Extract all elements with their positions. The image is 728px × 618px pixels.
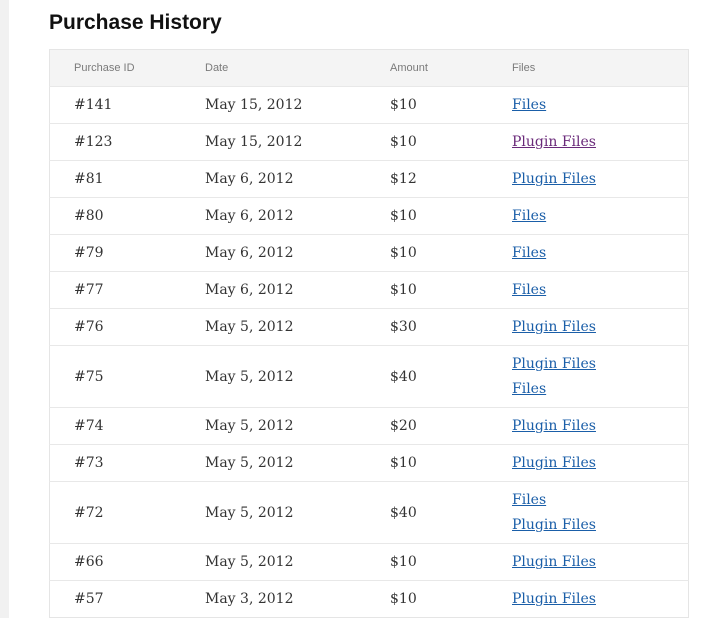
table-body: #141 May 15, 2012 $10 Files #123 May 15, 2012… [49, 86, 689, 618]
header-date: Date [205, 62, 229, 74]
date-cell: May 5, 2012 [205, 407, 390, 445]
table-row: #66 May 5, 2012 $10 Plugin Files [49, 543, 689, 581]
table-row: #76 May 5, 2012 $30 Plugin Files [49, 308, 689, 346]
left-sidebar-strip [0, 0, 9, 618]
date-cell: May 5, 2012 [205, 481, 390, 544]
date-cell: May 6, 2012 [205, 160, 390, 198]
amount-cell: $10 [390, 234, 512, 272]
date-cell: May 6, 2012 [205, 234, 390, 272]
files-cell: Files [512, 197, 689, 235]
amount-cell: $10 [390, 580, 512, 618]
amount-cell: $40 [390, 345, 512, 408]
files-cell: Files [512, 234, 689, 272]
files-cell: Plugin Files [512, 123, 689, 161]
files-cell: Plugin Files [512, 580, 689, 618]
date-cell: May 15, 2012 [205, 86, 390, 124]
purchase-history-table: Purchase ID Date Amount Files #141 May 15… [49, 49, 689, 618]
header-purchase-id: Purchase ID [74, 62, 135, 74]
plugin-files-link[interactable]: Plugin Files [512, 315, 688, 340]
table-header: Purchase ID Date Amount Files [49, 49, 689, 87]
table-row: #73 May 5, 2012 $10 Plugin Files [49, 444, 689, 482]
date-cell: May 15, 2012 [205, 123, 390, 161]
amount-cell: $10 [390, 444, 512, 482]
files-link[interactable]: Files [512, 93, 688, 118]
purchase-id-cell: #123 [49, 123, 205, 161]
header-files: Files [512, 62, 536, 74]
amount-cell: $40 [390, 481, 512, 544]
date-cell: May 6, 2012 [205, 271, 390, 309]
date-cell: May 3, 2012 [205, 580, 390, 618]
date-cell: May 5, 2012 [205, 543, 390, 581]
purchase-id-cell: #74 [49, 407, 205, 445]
date-cell: May 5, 2012 [205, 345, 390, 408]
files-cell: Files [512, 86, 689, 124]
table-row: #80 May 6, 2012 $10 Files [49, 197, 689, 235]
header-amount: Amount [390, 62, 428, 74]
purchase-history-section: Purchase History Purchase ID Date Amount… [49, 0, 689, 618]
plugin-files-link[interactable]: Plugin Files [512, 513, 688, 538]
table-header-row: Purchase ID Date Amount Files [49, 49, 689, 87]
table-row: #77 May 6, 2012 $10 Files [49, 271, 689, 309]
amount-cell: $20 [390, 407, 512, 445]
table-row: #74 May 5, 2012 $20 Plugin Files [49, 407, 689, 445]
plugin-files-link[interactable]: Plugin Files [512, 167, 688, 192]
purchase-id-cell: #77 [49, 271, 205, 309]
files-cell: Plugin Files [512, 444, 689, 482]
purchase-id-cell: #79 [49, 234, 205, 272]
table-row: #72 May 5, 2012 $40 Files Plugin Files [49, 481, 689, 544]
files-cell: Plugin Files Files [512, 345, 689, 408]
amount-cell: $10 [390, 86, 512, 124]
files-link[interactable]: Files [512, 241, 688, 266]
table-row: #75 May 5, 2012 $40 Plugin Files Files [49, 345, 689, 408]
files-link[interactable]: Files [512, 278, 688, 303]
purchase-id-cell: #66 [49, 543, 205, 581]
files-link[interactable]: Files [512, 488, 688, 513]
plugin-files-link[interactable]: Plugin Files [512, 451, 688, 476]
files-cell: Files [512, 271, 689, 309]
table-row: #81 May 6, 2012 $12 Plugin Files [49, 160, 689, 198]
page-title: Purchase History [49, 11, 222, 34]
purchase-id-cell: #75 [49, 345, 205, 408]
files-link[interactable]: Files [512, 204, 688, 229]
files-cell: Plugin Files [512, 543, 689, 581]
files-cell: Plugin Files [512, 160, 689, 198]
table-row: #123 May 15, 2012 $10 Plugin Files [49, 123, 689, 161]
date-cell: May 6, 2012 [205, 197, 390, 235]
amount-cell: $10 [390, 271, 512, 309]
amount-cell: $10 [390, 543, 512, 581]
plugin-files-link[interactable]: Plugin Files [512, 130, 688, 155]
files-cell: Plugin Files [512, 308, 689, 346]
amount-cell: $10 [390, 197, 512, 235]
files-link[interactable]: Files [512, 377, 688, 402]
purchase-id-cell: #73 [49, 444, 205, 482]
purchase-id-cell: #80 [49, 197, 205, 235]
plugin-files-link[interactable]: Plugin Files [512, 550, 688, 575]
table-row: #57 May 3, 2012 $10 Plugin Files [49, 580, 689, 618]
plugin-files-link[interactable]: Plugin Files [512, 414, 688, 439]
plugin-files-link[interactable]: Plugin Files [512, 587, 688, 612]
purchase-id-cell: #76 [49, 308, 205, 346]
amount-cell: $30 [390, 308, 512, 346]
date-cell: May 5, 2012 [205, 444, 390, 482]
plugin-files-link[interactable]: Plugin Files [512, 352, 688, 377]
files-cell: Plugin Files [512, 407, 689, 445]
files-cell: Files Plugin Files [512, 481, 689, 544]
purchase-id-cell: #57 [49, 580, 205, 618]
amount-cell: $12 [390, 160, 512, 198]
purchase-id-cell: #72 [49, 481, 205, 544]
amount-cell: $10 [390, 123, 512, 161]
date-cell: May 5, 2012 [205, 308, 390, 346]
purchase-id-cell: #81 [49, 160, 205, 198]
table-row: #79 May 6, 2012 $10 Files [49, 234, 689, 272]
purchase-id-cell: #141 [49, 86, 205, 124]
table-row: #141 May 15, 2012 $10 Files [49, 86, 689, 124]
